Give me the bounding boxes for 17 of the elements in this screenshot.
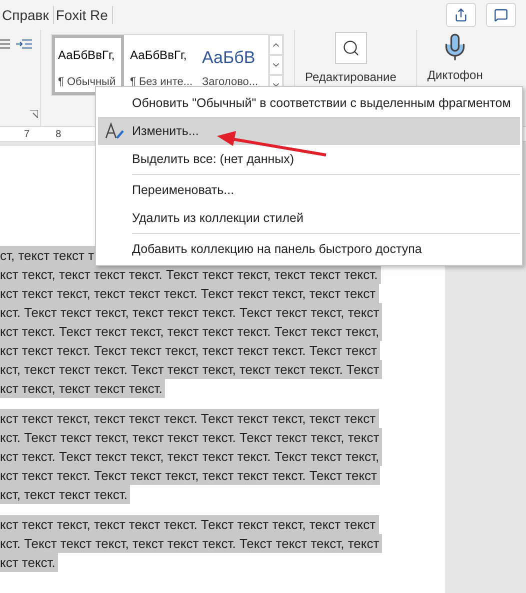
dialog-launcher-icon[interactable] (30, 110, 38, 118)
indent-icon (16, 38, 32, 50)
ribbon-tab[interactable]: Справк (0, 6, 54, 24)
menu-item[interactable]: Изменить... (98, 117, 520, 145)
share-icon (454, 8, 468, 22)
comment-icon (494, 8, 508, 22)
style-edit-icon (105, 122, 125, 140)
share-button[interactable] (446, 3, 476, 27)
ruler-number: 7 (24, 128, 30, 140)
list-icon (0, 38, 10, 50)
dictate-button[interactable]: Диктофон (425, 30, 485, 84)
comments-button[interactable] (486, 3, 516, 27)
ruler-number: 8 (56, 128, 62, 140)
style-option[interactable]: АаБбВвГг, ¶ Обычный (52, 35, 124, 95)
search-icon (342, 39, 360, 57)
ribbon-tab[interactable]: Foxit Re (54, 6, 113, 24)
editing-button[interactable]: Редактирование (303, 30, 398, 86)
